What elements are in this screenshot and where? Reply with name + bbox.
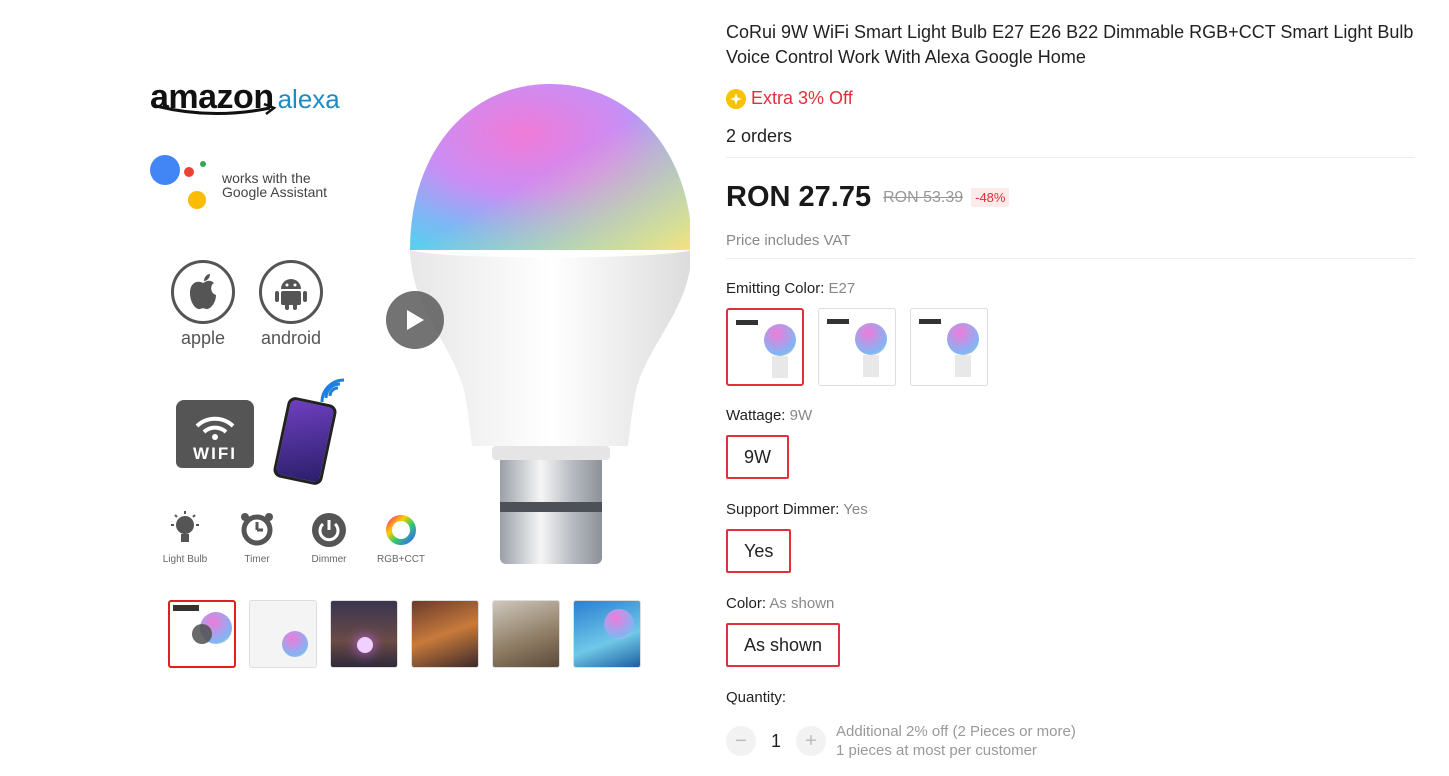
- emitting-color-option-1[interactable]: [726, 308, 804, 386]
- play-icon: [407, 310, 424, 330]
- feature-timer: Timer: [232, 510, 282, 565]
- support-dimmer-option-yes[interactable]: Yes: [726, 529, 792, 573]
- wattage-label: Wattage: 9W: [726, 407, 813, 424]
- support-dimmer-value: Yes: [843, 501, 868, 518]
- emitting-color-label: Emitting Color: E27: [726, 280, 856, 297]
- coin-icon: [726, 88, 746, 109]
- power-icon: [312, 513, 346, 547]
- discount-badge: -48%: [971, 188, 1010, 207]
- quantity-value[interactable]: 1: [756, 731, 796, 752]
- color-label: Color: As shown: [726, 595, 835, 612]
- thumbnail-strip: [168, 600, 641, 668]
- wattage-value: 9W: [789, 407, 813, 424]
- wattage-option-9w[interactable]: 9W: [726, 435, 789, 479]
- google-assistant-text: works with the Google Assistant: [222, 170, 328, 200]
- apple-icon: [171, 260, 235, 324]
- color-value: As shown: [769, 595, 835, 612]
- color-option-as-shown[interactable]: As shown: [726, 623, 841, 667]
- divider: [726, 258, 1415, 259]
- emitting-color-option-3[interactable]: [910, 308, 988, 386]
- os-android: android: [258, 260, 324, 349]
- google-assistant-badge: works with the Google Assistant: [150, 155, 342, 215]
- google-assistant-icon: [150, 155, 210, 215]
- os-apple: apple: [170, 260, 236, 349]
- signal-icon: [320, 378, 345, 403]
- quantity-increase-button[interactable]: +: [796, 726, 826, 756]
- product-title: CoRui 9W WiFi Smart Light Bulb E27 E26 B…: [726, 22, 1414, 67]
- main-product-image[interactable]: amazon alexa works with the Google Assist…: [140, 60, 690, 600]
- os-icons: apple android: [170, 260, 324, 349]
- vat-note: Price includes VAT: [726, 232, 851, 249]
- thumbnail-1[interactable]: [168, 600, 236, 668]
- amazon-smile-icon: [155, 102, 277, 116]
- orders-count: 2 orders: [726, 126, 793, 146]
- phone-icon: [272, 395, 338, 487]
- wifi-icon: WIFI: [176, 400, 254, 468]
- extra-off-text: Extra 3% Off: [751, 88, 853, 108]
- quantity-note: Additional 2% off (2 Pieces or more) 1 p…: [836, 722, 1076, 760]
- purchase-limit-note: 1 pieces at most per customer: [836, 742, 1037, 759]
- light-bulb-icon: [171, 511, 199, 542]
- original-price: RON 53.39: [883, 188, 964, 206]
- extra-off-badge: Extra 3% Off: [726, 88, 853, 109]
- thumbnail-2[interactable]: [249, 600, 317, 668]
- timer-icon: [241, 513, 273, 546]
- support-dimmer-label: Support Dimmer: Yes: [726, 501, 868, 518]
- feature-dimmer: Dimmer: [304, 510, 354, 565]
- thumbnail-5[interactable]: [492, 600, 560, 668]
- emitting-color-value: E27: [828, 280, 856, 297]
- product-gallery: amazon alexa works with the Google Assist…: [130, 40, 690, 680]
- bulk-discount-note: Additional 2% off (2 Pieces or more): [836, 723, 1076, 740]
- thumbnail-6[interactable]: [573, 600, 641, 668]
- feature-icons: Light Bulb Timer Dimmer RGB+CCT: [160, 510, 426, 565]
- thumbnail-4[interactable]: [411, 600, 479, 668]
- price-row: RON 27.75 RON 53.39 -48%: [726, 181, 1010, 214]
- emitting-color-options: [726, 308, 988, 386]
- divider: [726, 157, 1415, 158]
- android-icon: [259, 260, 323, 324]
- emitting-color-option-2[interactable]: [818, 308, 896, 386]
- play-video-button[interactable]: [386, 291, 444, 349]
- quantity-stepper: − 1 + Additional 2% off (2 Pieces or mor…: [726, 722, 1076, 760]
- current-price: RON 27.75: [726, 181, 872, 213]
- thumbnail-3[interactable]: [330, 600, 398, 668]
- feature-light-bulb: Light Bulb: [160, 510, 210, 565]
- quantity-label: Quantity:: [726, 689, 787, 706]
- quantity-decrease-button[interactable]: −: [726, 726, 756, 756]
